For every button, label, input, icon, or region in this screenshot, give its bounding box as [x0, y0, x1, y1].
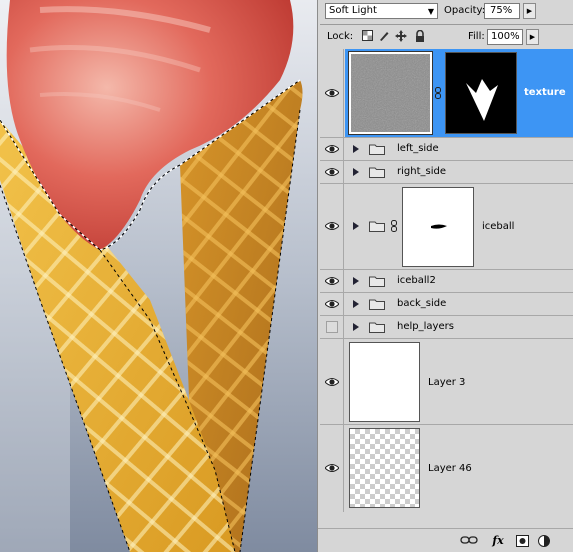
- layer-mask-thumbnail[interactable]: [445, 52, 517, 134]
- layers-panel-footer: fx: [318, 528, 573, 552]
- link-chain-icon[interactable]: [391, 220, 397, 235]
- group-mask-thumbnail[interactable]: [402, 187, 474, 267]
- layer-row-back-side[interactable]: back_side: [320, 293, 573, 316]
- fill-value: 100%: [491, 31, 520, 42]
- expand-triangle-icon[interactable]: [353, 168, 359, 176]
- layer-row-help-layers[interactable]: help_layers: [320, 316, 573, 339]
- document-canvas[interactable]: [0, 0, 317, 552]
- visibility-toggle[interactable]: [320, 270, 344, 292]
- visibility-toggle[interactable]: [320, 138, 344, 160]
- visibility-toggle[interactable]: [320, 339, 344, 424]
- lock-label: Lock:: [327, 31, 354, 42]
- fill-label: Fill:: [468, 31, 485, 42]
- fill-slider-button[interactable]: ▶: [526, 29, 539, 45]
- divider: [320, 24, 573, 25]
- folder-icon: [369, 166, 385, 178]
- layers-panel: Soft Light ▼ Opacity: 75% ▶ Lock: Fill: …: [317, 0, 573, 552]
- fill-input[interactable]: 100%: [487, 29, 523, 45]
- layer-name[interactable]: help_layers: [397, 321, 454, 332]
- link-chain-icon[interactable]: [435, 87, 441, 102]
- layer-name[interactable]: iceball: [482, 221, 514, 232]
- folder-icon: [369, 321, 385, 333]
- eye-icon: [325, 88, 339, 98]
- opacity-slider-button[interactable]: ▶: [523, 3, 536, 19]
- lock-position-icon[interactable]: [395, 30, 407, 42]
- folder-icon: [369, 298, 385, 310]
- lock-transparent-pixels-icon[interactable]: [361, 30, 373, 42]
- visibility-toggle[interactable]: [320, 161, 344, 183]
- eye-icon: [325, 377, 339, 387]
- hidden-visibility-box: [326, 321, 338, 333]
- eye-icon: [325, 167, 339, 177]
- expand-triangle-icon[interactable]: [353, 300, 359, 308]
- eye-icon: [325, 299, 339, 309]
- eye-icon: [325, 144, 339, 154]
- opacity-value: 75%: [490, 5, 513, 16]
- expand-triangle-icon[interactable]: [353, 222, 359, 230]
- add-mask-icon[interactable]: [515, 535, 529, 547]
- layer-name[interactable]: left_side: [397, 143, 439, 154]
- folder-icon: [369, 275, 385, 287]
- layer-name[interactable]: Layer 46: [428, 463, 472, 474]
- expand-triangle-icon[interactable]: [353, 323, 359, 331]
- layer-row-left-side[interactable]: left_side: [320, 138, 573, 161]
- layer-row-iceball2[interactable]: iceball2: [320, 270, 573, 293]
- layer-thumbnail[interactable]: [349, 428, 420, 508]
- folder-icon: [369, 143, 385, 155]
- adjustment-layer-icon[interactable]: [537, 535, 551, 547]
- layer-style-fx-icon[interactable]: fx: [489, 535, 507, 547]
- link-layers-icon[interactable]: [460, 535, 478, 547]
- blend-mode-value: Soft Light: [329, 5, 377, 16]
- layer-row-right-side[interactable]: right_side: [320, 161, 573, 184]
- expand-triangle-icon[interactable]: [353, 277, 359, 285]
- layer-name[interactable]: iceball2: [397, 275, 436, 286]
- layer-row-layer-46[interactable]: Layer 46: [320, 425, 573, 512]
- chevron-down-icon: ▼: [427, 7, 434, 16]
- lock-image-pixels-icon[interactable]: [378, 30, 390, 42]
- opacity-label: Opacity:: [444, 5, 486, 16]
- layer-name[interactable]: texture: [524, 87, 566, 98]
- layer-name[interactable]: Layer 3: [428, 377, 465, 388]
- visibility-toggle[interactable]: [320, 293, 344, 315]
- blend-mode-dropdown[interactable]: Soft Light ▼: [325, 3, 438, 19]
- layer-row-layer-3[interactable]: Layer 3: [320, 339, 573, 425]
- layer-thumbnail[interactable]: [348, 51, 433, 135]
- lock-all-icon[interactable]: [414, 29, 426, 42]
- visibility-toggle[interactable]: [320, 316, 344, 338]
- layer-name[interactable]: right_side: [397, 166, 446, 177]
- visibility-toggle[interactable]: [320, 184, 344, 269]
- layer-thumbnail[interactable]: [349, 342, 420, 422]
- eye-icon: [325, 276, 339, 286]
- folder-icon: [369, 220, 385, 232]
- canvas-artwork: [0, 0, 317, 552]
- layer-row-iceball[interactable]: iceball: [320, 184, 573, 270]
- expand-triangle-icon[interactable]: [353, 145, 359, 153]
- layer-name[interactable]: back_side: [397, 298, 446, 309]
- eye-icon: [325, 463, 339, 473]
- layers-list: texture left_side right_side iceball ice…: [320, 49, 573, 536]
- opacity-input[interactable]: 75%: [484, 3, 520, 19]
- eye-icon: [325, 221, 339, 231]
- layer-row-texture[interactable]: texture: [320, 49, 573, 138]
- visibility-toggle[interactable]: [320, 49, 344, 137]
- visibility-toggle[interactable]: [320, 425, 344, 512]
